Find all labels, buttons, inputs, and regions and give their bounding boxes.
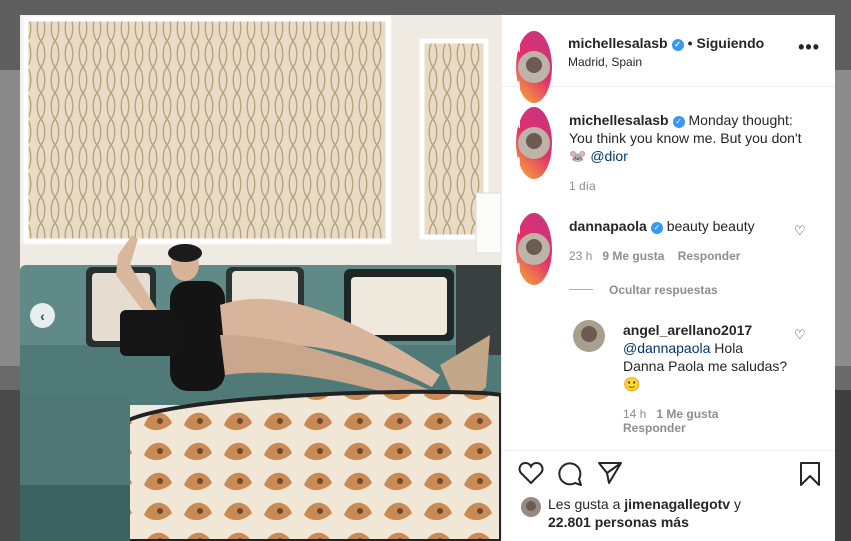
- reply-like-heart-icon[interactable]: ♡: [794, 327, 806, 343]
- caption-username[interactable]: michellesalasb: [569, 112, 669, 128]
- comment-meta: 23 h 9 Me gusta Responder: [569, 249, 740, 263]
- reply-avatar-block: [573, 320, 605, 352]
- comment-avatar-ring[interactable]: [516, 213, 552, 285]
- divider-line: [569, 289, 593, 290]
- verified-badge-icon: ✓: [671, 39, 684, 51]
- comment-likes[interactable]: 9 Me gusta: [602, 249, 664, 263]
- comment-reply-button[interactable]: Responder: [678, 249, 741, 263]
- reply-text: angel_arellano2017 @dannapaola Hola Dann…: [623, 321, 803, 393]
- likes-text: Les gusta a jimenagallegotv y: [548, 495, 818, 513]
- caption-avatar-ring[interactable]: [516, 107, 552, 179]
- following-button[interactable]: Siguiendo: [697, 35, 765, 51]
- reply-likes[interactable]: 1 Me gusta: [656, 407, 718, 421]
- post-side-panel: michellesalasb ✓ • Siguiendo Madrid, Spain …: [501, 15, 835, 541]
- likes-prefix: Les gusta a: [548, 496, 621, 512]
- comment-avatar[interactable]: [518, 233, 550, 265]
- caption-avatar[interactable]: [518, 127, 550, 159]
- reply-body-1: Hola: [714, 340, 744, 356]
- post-header: michellesalasb ✓ • Siguiendo Madrid, Spain …: [502, 15, 835, 103]
- caption-mention-link[interactable]: @dior: [590, 148, 628, 164]
- likes-connector: y: [733, 496, 741, 512]
- comment-icon[interactable]: [557, 461, 583, 487]
- comment-like-heart-icon[interactable]: ♡: [794, 223, 806, 239]
- reply-meta: 14 h 1 Me gusta Responder: [623, 407, 773, 435]
- backdrop-right-edge-lower: [835, 390, 851, 541]
- caption-line-1: Monday thought:: [688, 112, 793, 128]
- verified-badge-icon: ✓: [650, 222, 663, 234]
- likes-username[interactable]: jimenagallegotv: [624, 496, 730, 512]
- photo-illustration: [20, 15, 501, 541]
- reply-mention-link[interactable]: @dannapaola: [623, 340, 710, 356]
- author-avatar-ring[interactable]: [516, 31, 552, 103]
- comment-username[interactable]: dannapaola: [569, 218, 647, 234]
- reply-body-2: Danna Paola me saludas?: [623, 358, 788, 374]
- post-photo[interactable]: ‹: [20, 15, 501, 541]
- caption-emoji: 🐭: [569, 148, 587, 164]
- verified-badge-icon: ✓: [672, 116, 685, 128]
- comment-text: dannapaola ✓ beauty beauty: [569, 217, 799, 235]
- author-username[interactable]: michellesalasb: [568, 35, 668, 51]
- caption-text: michellesalasb ✓ Monday thought: You thin…: [569, 111, 824, 165]
- chevron-left-icon: ‹: [40, 307, 45, 324]
- caption-age[interactable]: 1 día: [569, 179, 596, 193]
- post-location[interactable]: Madrid, Spain: [568, 55, 642, 69]
- author-line: michellesalasb ✓ • Siguiendo: [568, 35, 764, 51]
- reply-emoji: 🙂: [623, 376, 641, 392]
- more-options-icon[interactable]: •••: [798, 37, 820, 58]
- heart-icon[interactable]: [518, 461, 544, 485]
- post-modal: ‹ michellesalasb ✓ • Siguiendo Madrid, Spai…: [20, 15, 835, 541]
- reply-username[interactable]: angel_arellano2017: [623, 322, 752, 338]
- hide-replies-label: Ocultar respuestas: [609, 283, 718, 297]
- reply-reply-button[interactable]: Responder: [623, 421, 686, 435]
- likes-count[interactable]: 22.801 personas más: [548, 513, 689, 531]
- backdrop-left-edge-lower: [0, 390, 20, 541]
- previous-photo-button[interactable]: ‹: [30, 303, 55, 328]
- action-bar: [502, 450, 835, 494]
- bookmark-icon[interactable]: [799, 461, 821, 487]
- separator-dot: •: [687, 35, 693, 51]
- reply-avatar[interactable]: [573, 320, 605, 352]
- liker-avatar[interactable]: [521, 497, 541, 517]
- caption-line-2: You think you know me. But you don't: [569, 130, 802, 146]
- share-icon[interactable]: [597, 461, 623, 485]
- author-avatar[interactable]: [518, 51, 550, 83]
- comment-body: beauty beauty: [666, 218, 755, 234]
- reply-time[interactable]: 14 h: [623, 407, 646, 421]
- comment-time[interactable]: 23 h: [569, 249, 592, 263]
- hide-replies-button[interactable]: Ocultar respuestas: [569, 283, 718, 297]
